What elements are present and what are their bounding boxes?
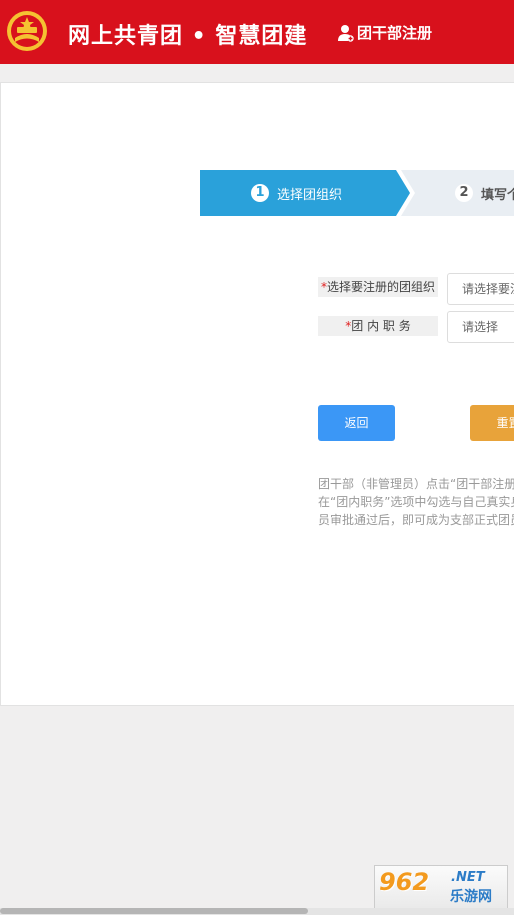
step-2: 2 填写个	[401, 170, 514, 216]
notice-line: 团干部（非管理员）点击“团干部注册”	[318, 477, 514, 491]
horizontal-scrollbar-thumb[interactable]	[0, 908, 308, 914]
cadre-register-link[interactable]: 团干部注册	[338, 22, 432, 43]
registration-notice: 团干部（非管理员）点击“团干部注册” 在“团内职务”选项中勾选与自己真实身 员审…	[318, 475, 514, 529]
reset-button[interactable]: 重置	[470, 405, 514, 441]
org-label-text: 选择要注册的团组织	[326, 280, 435, 294]
position-label: *团 内 职 务	[318, 316, 438, 336]
notice-line: 在“团内职务”选项中勾选与自己真实身	[318, 495, 514, 509]
watermark-number: 962	[379, 868, 430, 896]
site-title: 网上共青团 • 智慧团建	[68, 24, 308, 49]
app-header: 网上共青团 • 智慧团建 团干部注册	[0, 0, 514, 64]
org-select-input[interactable]: 请选择要注	[447, 273, 514, 305]
back-button[interactable]: 返回	[318, 405, 395, 441]
watermark-domain: .NET	[451, 870, 485, 885]
site-watermark-logo: 962 .NET 乐游网	[374, 865, 508, 909]
step-1-number: 1	[251, 184, 269, 202]
youth-league-emblem-icon	[7, 11, 47, 51]
header-spacer	[0, 64, 514, 82]
register-link-label: 团干部注册	[357, 24, 433, 42]
org-label: *选择要注册的团组织	[318, 277, 438, 297]
step-1-label: 选择团组织	[277, 188, 343, 203]
watermark-name: 乐游网	[450, 889, 492, 905]
user-add-icon	[338, 24, 354, 42]
step-1-active: 1 选择团组织	[200, 170, 396, 216]
registration-panel: 2 填写个 1 选择团组织 *选择要注册的团组织 请选择要注 *团 内 职 务 …	[0, 82, 514, 706]
position-label-text: 团 内 职 务	[351, 319, 411, 333]
step-2-number: 2	[455, 184, 473, 202]
position-select[interactable]: 请选择	[447, 311, 514, 343]
step-2-label: 填写个	[481, 188, 514, 203]
step-1-arrow	[396, 170, 410, 216]
notice-line: 员审批通过后，即可成为支部正式团员	[318, 513, 514, 527]
